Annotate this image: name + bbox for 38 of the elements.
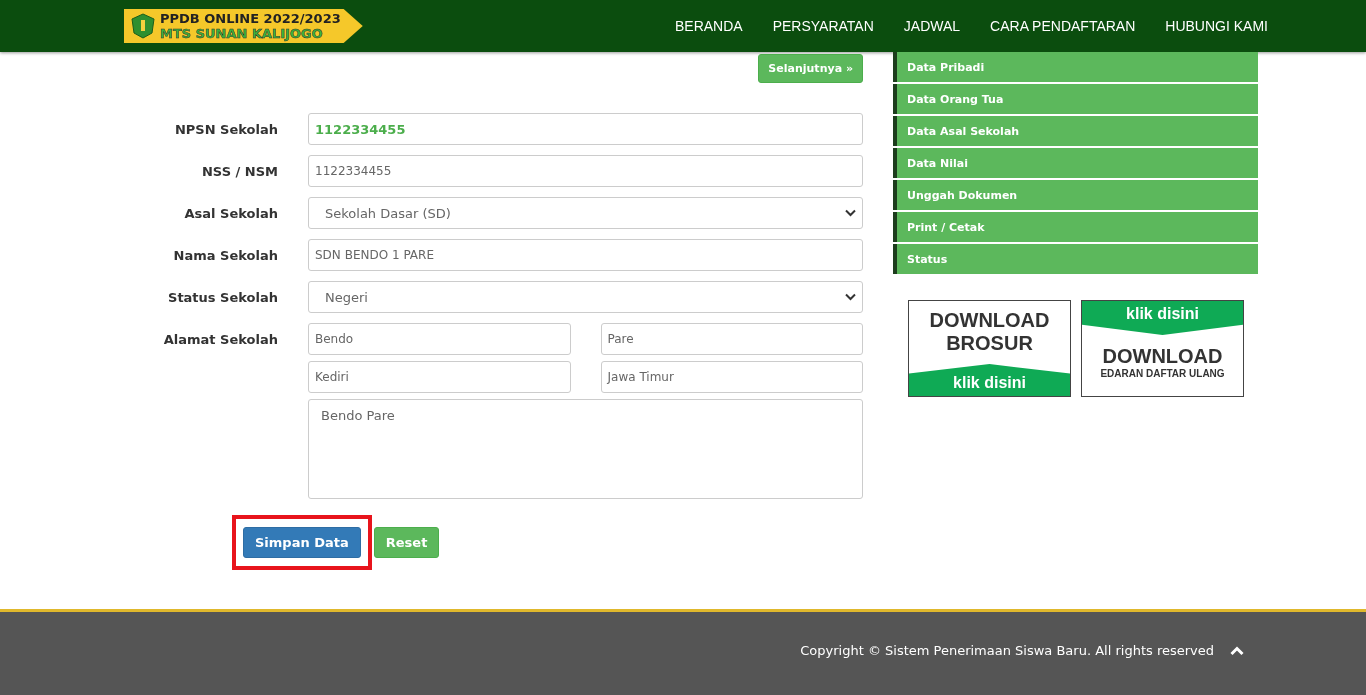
input-field[interactable]: SDN BENDO 1 PARE <box>308 239 863 271</box>
action-button[interactable]: Simpan Data <box>243 527 361 558</box>
input-field[interactable]: 1122334455 <box>308 155 863 187</box>
field-label: NPSN Sekolah <box>173 121 278 139</box>
banner-title: DOWNLOAD BROSUR <box>929 308 1050 356</box>
select-value: Negeri <box>325 289 368 305</box>
chevron-down-icon <box>845 293 856 301</box>
chevron-up-icon[interactable] <box>1230 645 1244 656</box>
nav-link[interactable]: PERSYARATAN <box>772 18 874 34</box>
nav-link[interactable]: JADWAL <box>903 18 961 34</box>
select-value: Sekolah Dasar (SD) <box>325 205 451 221</box>
banner-subtitle: EDARAN DAFTAR ULANG <box>1100 368 1225 379</box>
logo-subtitle: MTS SUNAN KALIJOGO <box>160 26 324 41</box>
chevron-down-icon <box>845 209 856 217</box>
logo-banner[interactable]: PPDB ONLINE 2022/2023 MTS SUNAN KALIJOGO <box>124 9 363 43</box>
select-field[interactable]: Negeri <box>308 281 863 313</box>
emblem-icon <box>130 13 156 39</box>
download-banner[interactable]: klik disini DOWNLOAD EDARAN DAFTAR ULANG <box>1081 300 1244 397</box>
download-banner[interactable]: DOWNLOAD BROSUR klik disini <box>908 300 1071 397</box>
select-field[interactable]: Sekolah Dasar (SD) <box>308 197 863 229</box>
copyright-text: Copyright © Sistem Penerimaan Siswa Baru. All rights reserved <box>800 643 1214 658</box>
banner-action: klik disini <box>909 364 1070 396</box>
nav-link[interactable]: CARA PENDAFTARAN <box>990 18 1136 34</box>
input-field[interactable]: Pare <box>600 323 863 355</box>
nav-link[interactable]: BERANDA <box>675 18 743 34</box>
textarea-field[interactable]: Bendo Pare <box>308 399 863 499</box>
logo-title: PPDB ONLINE 2022/2023 <box>160 11 341 26</box>
field-label: Status Sekolah <box>167 289 278 307</box>
field-label: Alamat Sekolah <box>162 331 278 349</box>
nav-link[interactable]: HUBUNGI KAMI <box>1165 18 1268 34</box>
field-label: Nama Sekolah <box>172 247 278 265</box>
field-label: Asal Sekolah <box>183 205 278 223</box>
input-field[interactable]: Jawa Timur <box>600 361 863 393</box>
banner-action: klik disini <box>1082 301 1243 335</box>
input-field[interactable]: Kediri <box>308 361 571 393</box>
input-field[interactable]: Bendo <box>308 323 571 355</box>
field-label: NSS / NSM <box>201 163 278 181</box>
banner-title: DOWNLOAD <box>1102 344 1223 368</box>
